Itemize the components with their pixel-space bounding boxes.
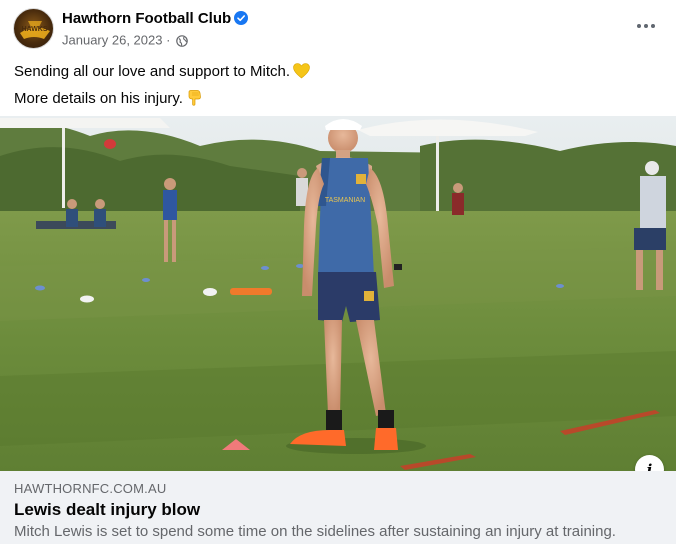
meta-separator: ·: [166, 32, 171, 48]
post-header: HAWKS Hawthorn Football Club January 26,…: [0, 0, 676, 56]
globe-icon[interactable]: [176, 34, 188, 47]
post-caption: Sending all our love and support to Mitc…: [14, 58, 310, 112]
verified-badge-icon: [234, 11, 248, 25]
caption-text-1: Sending all our love and support to Mitc…: [14, 63, 290, 80]
caption-line: More details on his injury.: [14, 85, 310, 112]
link-description: Mitch Lewis is set to spend some time on…: [14, 523, 616, 540]
facebook-post: HAWKS Hawthorn Football Club January 26,…: [0, 0, 676, 544]
yellow-heart-icon: [293, 63, 310, 79]
link-preview-card[interactable]: HAWTHORNFC.COM.AU Lewis dealt injury blo…: [0, 471, 676, 544]
link-domain: HAWTHORNFC.COM.AU: [14, 481, 167, 496]
avatar-logo-text: HAWKS: [21, 26, 47, 33]
caption-text-2: More details on his injury.: [14, 90, 183, 107]
page-avatar[interactable]: HAWKS: [13, 8, 54, 49]
post-date[interactable]: January 26, 2023: [62, 33, 162, 48]
caption-line: Sending all our love and support to Mitc…: [14, 58, 310, 85]
post-photo[interactable]: TASMANIAN: [0, 116, 676, 471]
hawks-logo-icon: HAWKS: [20, 21, 50, 39]
post-meta: January 26, 2023 ·: [62, 32, 188, 49]
page-name-link[interactable]: Hawthorn Football Club: [62, 10, 231, 28]
jersey-text: TASMANIAN: [325, 197, 365, 204]
training-photo: TASMANIAN: [0, 116, 676, 471]
more-options-icon[interactable]: [634, 16, 658, 36]
link-title[interactable]: Lewis dealt injury blow: [14, 499, 200, 521]
pointing-down-hand-icon: [188, 90, 201, 106]
